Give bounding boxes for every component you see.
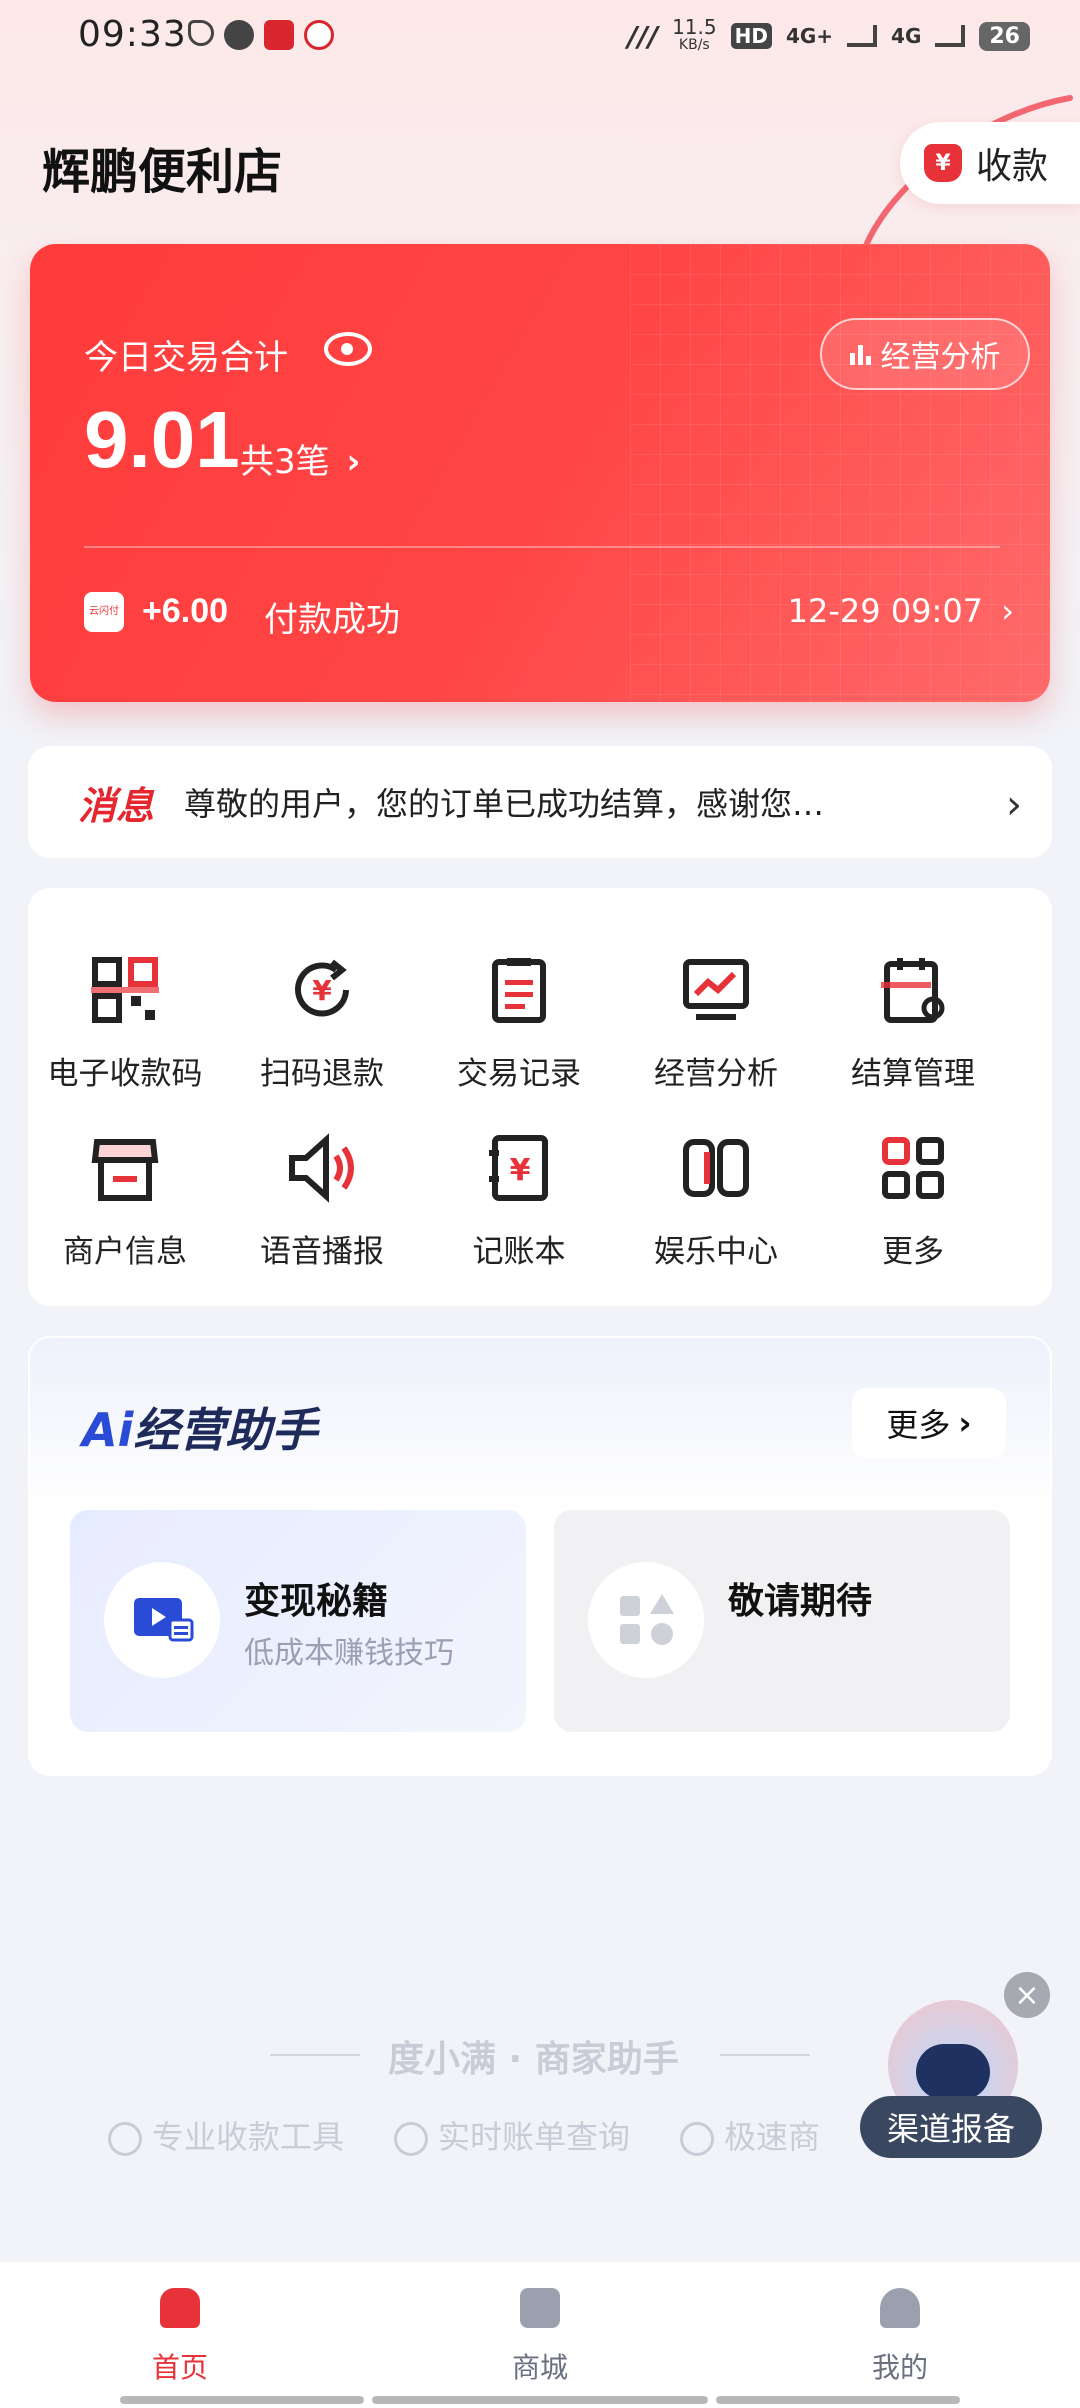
bank-icon: [304, 20, 334, 50]
tile-coming-soon: 敬请期待: [554, 1510, 1010, 1732]
robot-face: [916, 2044, 990, 2100]
analysis-icon: [680, 954, 752, 1026]
bottom-nav: 首页 商城 我的: [0, 2262, 1080, 2408]
chevron-right-icon: ›: [1001, 592, 1014, 630]
brand-line-right: [720, 2054, 810, 2056]
menu-item-analysis[interactable]: 经营分析: [621, 954, 811, 1093]
tile-monetize-tips[interactable]: 变现秘籍 低成本赚钱技巧: [70, 1510, 526, 1732]
shopping-bag-icon: [520, 2288, 560, 2328]
menu-item-refund[interactable]: ¥ 扫码退款: [227, 954, 417, 1093]
ledger-icon: ¥: [483, 1132, 555, 1204]
check-circle-icon: [108, 2122, 142, 2156]
feature-item: 专业收款工具: [108, 2112, 344, 2158]
video-icon: [104, 1562, 220, 1678]
message-icon: [224, 20, 254, 50]
net-speed: 11.5 KB/s: [672, 15, 717, 53]
game-icon: [680, 1132, 752, 1204]
feature-menu: 电子收款码 ¥ 扫码退款 交易记录 经营分析 结算管理 商户信息 语音播报 ¥ …: [28, 888, 1052, 1306]
chevron-right-icon: ›: [346, 442, 361, 482]
chevron-right-icon: ›: [958, 1404, 972, 1442]
status-notification-icons: [188, 20, 334, 50]
menu-item-voice[interactable]: 语音播报: [227, 1132, 417, 1271]
settlement-icon: [877, 954, 949, 1026]
signal-1: 4G+: [785, 24, 834, 48]
feature-item: 实时账单查询: [394, 2112, 630, 2158]
business-analysis-button[interactable]: 经营分析: [820, 318, 1030, 390]
shapes-icon: [588, 1562, 704, 1678]
store-name: 辉鹏便利店: [42, 144, 283, 200]
eye-icon[interactable]: [324, 332, 372, 366]
menu-item-ledger[interactable]: ¥ 记账本: [424, 1132, 614, 1271]
notice-tag: 消息: [78, 783, 155, 828]
refund-icon: ¥: [286, 954, 358, 1026]
ai-assistant-logo: Ai经营助手: [82, 1403, 318, 1457]
grid-icon: [877, 1132, 949, 1204]
notice-bar[interactable]: 消息 尊敬的用户，您的订单已成功结算，感谢您… ›: [28, 746, 1052, 858]
transaction-summary-card[interactable]: 今日交易合计 9.01 共3笔 › 经营分析 云闪付 +6.00 付款成功 12…: [30, 244, 1050, 702]
collect-icon: ¥: [924, 144, 962, 182]
close-icon[interactable]: ×: [1004, 1972, 1050, 2018]
speaker-icon: [286, 1132, 358, 1204]
brand-slogan: 度小满 · 商家助手: [388, 2039, 679, 2080]
signal-2: 4G: [891, 24, 922, 48]
gesture-bar-2: [372, 2396, 708, 2404]
nav-home[interactable]: 首页: [120, 2288, 240, 2386]
check-circle-icon: [680, 2122, 715, 2156]
latest-amount: +6.00: [142, 592, 229, 630]
tile-subtitle: 低成本赚钱技巧: [244, 1636, 454, 1671]
latest-status: 付款成功: [264, 600, 400, 640]
today-total-amount: 9.01: [84, 395, 240, 484]
store-icon: [89, 1132, 161, 1204]
signal-bars-icon-2: [935, 25, 966, 47]
unionpay-icon: [264, 20, 294, 50]
battery-indicator: 26: [979, 21, 1030, 51]
qr-code-icon: [89, 954, 161, 1026]
user-icon: [880, 2288, 920, 2328]
record-icon: [483, 954, 555, 1026]
nav-mine[interactable]: 我的: [840, 2288, 960, 2386]
menu-item-records[interactable]: 交易记录: [424, 954, 614, 1093]
card-divider: [84, 546, 1000, 548]
signal-bars-icon: [847, 25, 878, 47]
gesture-bar-1: [120, 2396, 364, 2404]
menu-item-store-info[interactable]: 商户信息: [30, 1132, 220, 1271]
chevron-right-icon: ›: [1006, 782, 1022, 828]
gesture-bar-3: [716, 2396, 960, 2404]
brand-features: 专业收款工具 实时账单查询 极速商: [108, 2112, 820, 2158]
hd-badge: HD: [730, 23, 772, 49]
nav-mall[interactable]: 商城: [480, 2288, 600, 2386]
ai-assistant-section: Ai经营助手 更多 › 变现秘籍 低成本赚钱技巧 敬请期待: [28, 1336, 1052, 1776]
home-icon: [160, 2288, 200, 2328]
today-total-label: 今日交易合计: [84, 338, 288, 378]
call-icon: [188, 20, 214, 46]
menu-item-settlement[interactable]: 结算管理: [818, 954, 1008, 1093]
menu-item-entertainment[interactable]: 娱乐中心: [621, 1132, 811, 1271]
card-grid-pattern: [630, 244, 1050, 702]
tile-title: 敬请期待: [728, 1581, 873, 1622]
latest-time[interactable]: 12-29 09:07 ›: [788, 592, 1014, 630]
svg-text:¥: ¥: [510, 1153, 531, 1188]
status-time: 09:33: [78, 14, 187, 55]
status-right: /// 11.5 KB/s HD 4G+ 4G 26: [627, 15, 1030, 54]
bar-chart-icon: [849, 343, 871, 365]
collect-button[interactable]: ¥ 收款: [900, 122, 1080, 204]
transaction-count[interactable]: 共3笔 ›: [240, 434, 360, 483]
notice-message: 尊敬的用户，您的订单已成功结算，感谢您…: [184, 785, 825, 823]
unionpay-icon: 云闪付: [84, 592, 124, 632]
feature-item: 极速商: [680, 2112, 820, 2158]
check-circle-icon: [394, 2122, 429, 2156]
channel-report-button[interactable]: 渠道报备: [860, 2096, 1042, 2158]
brand-line-left: [270, 2054, 360, 2056]
svg-text:¥: ¥: [312, 974, 332, 1007]
wifi-icon: ///: [627, 19, 659, 53]
menu-item-qr-code[interactable]: 电子收款码: [30, 954, 220, 1093]
tile-title: 变现秘籍: [244, 1581, 389, 1622]
collect-label: 收款: [976, 146, 1049, 187]
menu-item-more[interactable]: 更多: [818, 1132, 1008, 1271]
status-bar: 09:33 /// 11.5 KB/s HD 4G+ 4G 26: [0, 0, 1080, 80]
ai-more-button[interactable]: 更多 ›: [852, 1388, 1006, 1458]
